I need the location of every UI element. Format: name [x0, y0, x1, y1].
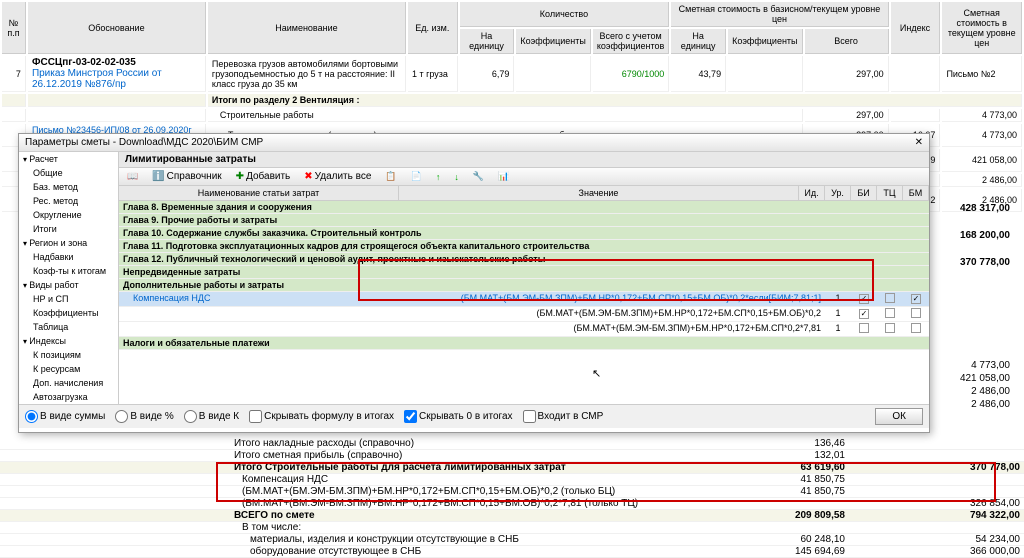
cursor-icon: ↖ [592, 367, 601, 380]
nav-tree: Расчет Общие Баз. метод Рес. метод Округ… [19, 152, 119, 404]
book-icon[interactable]: 📖 [123, 170, 142, 183]
tree-item[interactable]: Общие [19, 166, 118, 180]
tree-group-region[interactable]: Регион и зона [19, 236, 118, 250]
toolbar: 📖 ℹ️Справочник ✚Добавить ✖Удалить все 📋 … [119, 168, 929, 186]
radio-percent[interactable]: В виде % [115, 410, 173, 423]
checkbox[interactable] [859, 323, 869, 333]
chapter-row[interactable]: Налоги и обязательные платежи [119, 337, 929, 350]
tree-group-index[interactable]: Индексы [19, 334, 118, 348]
bottom-totals: Итого накладные расходы (справочно)136,4… [0, 438, 1024, 558]
checkbox[interactable] [885, 323, 895, 333]
formula-row[interactable]: (БМ.МАТ+(БМ.ЭМ-БМ.ЗПМ)+БМ.НР*0,172+БМ.СП… [119, 307, 929, 322]
col-num: № п.п [2, 2, 26, 54]
info-icon: ℹ️ [152, 171, 164, 182]
checkbox[interactable] [859, 309, 869, 319]
down-icon[interactable]: ↓ [450, 171, 463, 183]
tree-item[interactable]: Баз. метод [19, 180, 118, 194]
params-dialog: Параметры сметы - Download\МДС 2020\БИМ … [18, 133, 930, 433]
checkbox[interactable] [885, 308, 895, 318]
tool-icon[interactable]: 📋 [381, 170, 400, 183]
tree-item[interactable]: Таблица [19, 320, 118, 334]
up-icon[interactable]: ↑ [432, 171, 445, 183]
tree-item[interactable]: Итоги [19, 222, 118, 236]
col-basis: Обоснование [28, 2, 206, 54]
tree-item[interactable]: К позициям [19, 348, 118, 362]
check-hidezero[interactable]: Скрывать 0 в итогах [404, 410, 513, 423]
tree-item[interactable]: К ресурсам [19, 362, 118, 376]
tree-group-calc[interactable]: Расчет [19, 152, 118, 166]
chapter-row[interactable]: Глава 12. Публичный технологический и це… [119, 253, 929, 266]
tree-item[interactable]: Коэф-ты к итогам [19, 264, 118, 278]
col-index: Индекс [891, 2, 941, 54]
col-cur: Сметная стоимость в текущем уровне цен [942, 2, 1022, 54]
col-unit: Ед. изм. [408, 2, 458, 54]
check-smr[interactable]: Входит в СМР [523, 410, 604, 423]
tool-icon[interactable]: 📊 [494, 170, 513, 183]
col-cost: Сметная стоимость в базисном/текущем уро… [671, 2, 888, 27]
help-button[interactable]: ℹ️Справочник [148, 170, 225, 183]
col-name: Наименование [208, 2, 406, 54]
tree-item[interactable]: НР и СП [19, 292, 118, 306]
formula-row[interactable]: Компенсация НДС (БМ.МАТ+(БМ.ЭМ-БМ.ЗПМ)+Б… [119, 292, 929, 307]
section-header: Итоги по разделу 2 Вентиляция : [208, 94, 1022, 107]
chapter-row[interactable]: Непредвиденные затраты [119, 266, 929, 279]
chapter-row[interactable]: Глава 8. Временные здания и сооружения [119, 201, 929, 214]
delete-button[interactable]: ✖Удалить все [300, 170, 375, 183]
grid-body: Глава 8. Временные здания и сооружения Г… [119, 201, 929, 404]
tool-icon[interactable]: 📄 [407, 170, 426, 183]
col-qty: Количество [460, 2, 670, 27]
checkbox[interactable] [911, 308, 921, 318]
checkbox[interactable] [911, 294, 921, 304]
close-icon[interactable]: ✕ [915, 137, 923, 148]
tree-item[interactable]: Округление [19, 208, 118, 222]
tree-item[interactable]: Коэффициенты [19, 306, 118, 320]
add-button[interactable]: ✚Добавить [232, 170, 295, 183]
ok-button[interactable]: ОК [875, 408, 923, 425]
checkbox[interactable] [859, 294, 869, 304]
x-icon: ✖ [304, 171, 312, 182]
pane-title: Лимитированные затраты [119, 152, 929, 168]
tree-item[interactable]: Доп. начисления [19, 376, 118, 390]
tree-group-work[interactable]: Виды работ [19, 278, 118, 292]
chapter-row[interactable]: Глава 10. Содержание службы заказчика. С… [119, 227, 929, 240]
chapter-row[interactable]: Глава 9. Прочие работы и затраты [119, 214, 929, 227]
dialog-footer: В виде суммы В виде % В виде К Скрывать … [19, 404, 929, 428]
check-hideformula[interactable]: Скрывать формулу в итогах [249, 410, 394, 423]
chapter-row[interactable]: Дополнительные работы и затраты [119, 279, 929, 292]
plus-icon: ✚ [236, 171, 244, 182]
dialog-title-text: Параметры сметы - Download\МДС 2020\БИМ … [25, 137, 263, 148]
tree-item[interactable]: Рес. метод [19, 194, 118, 208]
dialog-titlebar[interactable]: Параметры сметы - Download\МДС 2020\БИМ … [19, 134, 929, 152]
radio-sum[interactable]: В виде суммы [25, 410, 105, 423]
tree-item[interactable]: Автозагрузка [19, 390, 118, 404]
checkbox[interactable] [885, 293, 895, 303]
tool-icon[interactable]: 🔧 [469, 170, 488, 183]
checkbox[interactable] [911, 323, 921, 333]
formula-row[interactable]: (БМ.МАТ+(БМ.ЭМ-БМ.ЗПМ)+БМ.НР*0,172+БМ.СП… [119, 322, 929, 337]
radio-k[interactable]: В виде К [184, 410, 239, 423]
grid-header: Наименование статьи затрат Значение Ид. … [119, 186, 929, 201]
tree-item[interactable]: Надбавки [19, 250, 118, 264]
chapter-row[interactable]: Глава 11. Подготовка эксплуатационных ка… [119, 240, 929, 253]
estimate-row[interactable]: 7 ФССЦпг-03-02-02-035Приказ Минстроя Рос… [2, 56, 1022, 92]
